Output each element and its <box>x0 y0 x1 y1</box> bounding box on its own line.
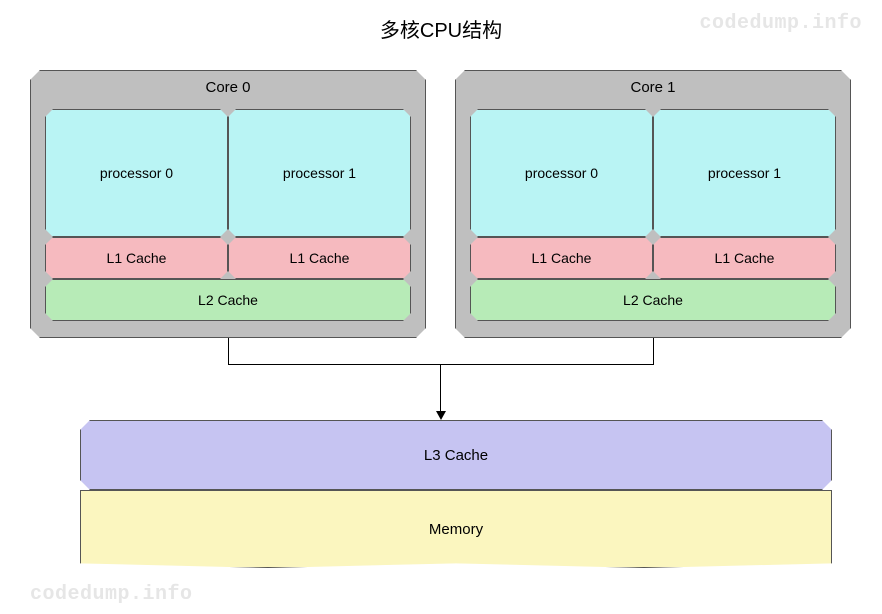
arrowhead-icon <box>436 411 446 420</box>
connector-core-0-down <box>228 338 229 364</box>
connector-center-down <box>440 364 441 411</box>
core-1-l2-cache: L2 Cache <box>470 279 836 321</box>
core-0-title: Core 0 <box>31 71 425 102</box>
connector-horizontal <box>228 364 654 365</box>
watermark-top: codedump.info <box>699 12 862 35</box>
core-1-l1-cache-0: L1 Cache <box>470 237 653 279</box>
memory-block: Memory <box>80 490 832 568</box>
connector-core-1-down <box>653 338 654 364</box>
core-0-processor-0: processor 0 <box>45 109 228 237</box>
core-1-processor-0: processor 0 <box>470 109 653 237</box>
l3-cache: L3 Cache <box>80 420 832 490</box>
core-1-block: Core 1 processor 0 processor 1 L1 Cache … <box>455 70 851 338</box>
core-0-l1-cache-1: L1 Cache <box>228 237 411 279</box>
watermark-bottom: codedump.info <box>30 583 193 606</box>
core-0-l2-cache: L2 Cache <box>45 279 411 321</box>
core-0-block: Core 0 processor 0 processor 1 L1 Cache … <box>30 70 426 338</box>
core-1-title: Core 1 <box>456 71 850 102</box>
core-1-l1-cache-1: L1 Cache <box>653 237 836 279</box>
core-0-processor-1: processor 1 <box>228 109 411 237</box>
core-1-processor-1: processor 1 <box>653 109 836 237</box>
core-0-l1-cache-0: L1 Cache <box>45 237 228 279</box>
